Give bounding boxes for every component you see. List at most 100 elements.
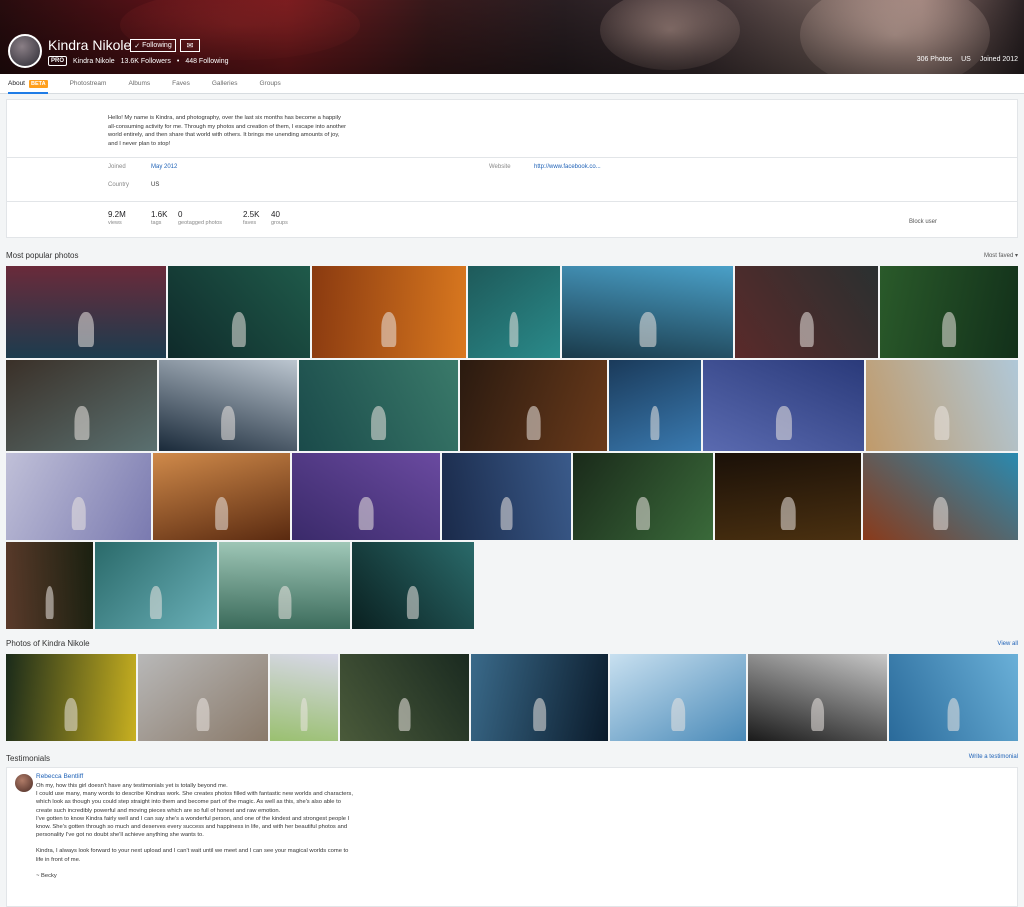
tab-albums[interactable]: Albums <box>128 74 150 94</box>
tab-groups[interactable]: Groups <box>259 74 280 94</box>
photo-thumbnail[interactable] <box>168 266 310 358</box>
tab-about[interactable]: About BETA <box>8 74 48 94</box>
photo-subject <box>277 585 292 619</box>
followers-link[interactable]: 13.6K Followers <box>121 58 171 65</box>
photo-subject <box>532 697 547 731</box>
photo-thumbnail[interactable] <box>138 654 268 741</box>
testimonial-author[interactable]: Rebecca Bentliff <box>36 773 83 780</box>
joined: Joined 2012 <box>979 56 1018 63</box>
testimonial-avatar[interactable] <box>15 774 33 792</box>
write-testimonial-link[interactable]: Write a testimonial <box>969 754 1018 760</box>
tab-galleries[interactable]: Galleries <box>212 74 238 94</box>
photo-thumbnail[interactable] <box>889 654 1018 741</box>
photo-thumbnail[interactable] <box>352 542 474 629</box>
photo-thumbnail[interactable] <box>863 453 1018 540</box>
photo-thumbnail[interactable] <box>312 266 466 358</box>
country-label: Country <box>108 182 130 188</box>
photo-thumbnail[interactable] <box>609 360 701 451</box>
photos-of-title: Photos of Kindra Nikole <box>6 639 90 648</box>
beta-badge: BETA <box>29 79 48 88</box>
photo-thumbnail[interactable] <box>866 360 1018 451</box>
following-button[interactable]: ✓ Following <box>130 39 176 52</box>
stat-value: 40 <box>271 210 280 219</box>
photo-subject <box>45 585 54 619</box>
stat-label: faves <box>243 220 257 226</box>
profile-tabs: About BETA Photostream Albums Faves Gall… <box>0 74 1024 94</box>
joined-value[interactable]: May 2012 <box>151 164 177 170</box>
check-icon: ✓ <box>134 42 141 50</box>
most-popular-title: Most popular photos <box>6 251 79 260</box>
view-all-link[interactable]: View all <box>997 641 1018 647</box>
photo-thumbnail[interactable] <box>219 542 350 629</box>
stat-views: 9.2M views <box>108 210 126 226</box>
photo-subject <box>650 405 660 441</box>
photo-thumbnail[interactable] <box>880 266 1018 358</box>
photo-subject <box>196 697 210 731</box>
testimonial-paragraph: Oh my, how this girl doesn't have any te… <box>36 783 353 839</box>
photo-thumbnail[interactable] <box>468 266 560 358</box>
stat-faves: 2.5K faves <box>243 210 259 226</box>
photo-thumbnail[interactable] <box>471 654 608 741</box>
photo-thumbnail[interactable] <box>748 654 887 741</box>
website-link[interactable]: http://www.facebook.co... <box>534 164 601 170</box>
sort-label: Most faved <box>983 253 1014 259</box>
photo-thumbnail[interactable] <box>95 542 217 629</box>
photo-thumbnail[interactable] <box>6 654 136 741</box>
following-link[interactable]: 448 Following <box>185 58 228 65</box>
photo-thumbnail[interactable] <box>6 266 166 358</box>
stat-tags: 1.6K tags <box>151 210 167 226</box>
photo-thumbnail[interactable] <box>573 453 713 540</box>
photo-thumbnail[interactable] <box>735 266 878 358</box>
photo-subject <box>942 312 956 347</box>
photo-subject <box>221 405 235 441</box>
photo-subject <box>671 697 685 731</box>
photo-subject <box>370 405 387 441</box>
photo-subject <box>932 496 949 530</box>
sort-dropdown[interactable]: Most faved ▾ <box>984 252 1018 259</box>
photo-subject <box>934 405 950 441</box>
cover-photo: Kindra Nikole ✓ Following ✉ PRO Kindra N… <box>0 0 1024 74</box>
tab-label: About <box>8 80 25 87</box>
photo-subject <box>780 496 796 530</box>
stat-value: 1.6K <box>151 210 168 219</box>
block-user-link[interactable]: Block user <box>909 219 937 225</box>
divider <box>7 201 1017 202</box>
website-label: Website <box>489 164 511 170</box>
photo-subject <box>214 496 229 530</box>
photo-thumbnail[interactable] <box>610 654 746 741</box>
tab-faves[interactable]: Faves <box>172 74 190 94</box>
photo-subject <box>64 697 78 731</box>
photo-subject <box>500 496 513 530</box>
photo-thumbnail[interactable] <box>159 360 297 451</box>
photo-thumbnail[interactable] <box>6 453 151 540</box>
tab-photostream[interactable]: Photostream <box>70 74 107 94</box>
photo-thumbnail[interactable] <box>153 453 290 540</box>
testimonial-paragraph: Kindra, I always look forward to your ne… <box>36 848 349 863</box>
chevron-down-icon: ▾ <box>1014 253 1018 259</box>
pro-badge: PRO <box>48 56 68 66</box>
photo-thumbnail[interactable] <box>715 453 861 540</box>
mail-button[interactable]: ✉ <box>180 39 200 52</box>
photo-subject <box>78 312 94 347</box>
separator: • <box>176 57 180 65</box>
photo-thumbnail[interactable] <box>442 453 571 540</box>
photo-thumbnail[interactable] <box>340 654 469 741</box>
stat-label: tags <box>151 220 162 226</box>
photo-thumbnail[interactable] <box>292 453 440 540</box>
photo-subject <box>775 405 792 441</box>
username: Kindra Nikole <box>73 57 115 65</box>
bio-text: Hello! My name is Kindra, and photograph… <box>108 115 347 147</box>
photo-thumbnail[interactable] <box>6 360 157 451</box>
photo-thumbnail[interactable] <box>299 360 458 451</box>
photo-subject <box>406 585 420 619</box>
stat-value: 2.5K <box>243 210 260 219</box>
photo-thumbnail[interactable] <box>562 266 733 358</box>
photo-subject <box>398 697 411 731</box>
avatar[interactable] <box>8 34 42 68</box>
photo-thumbnail[interactable] <box>460 360 607 451</box>
photo-thumbnail[interactable] <box>703 360 864 451</box>
following-label: Following <box>142 42 172 49</box>
photo-thumbnail[interactable] <box>270 654 338 741</box>
testimonial-card: Rebecca Bentliff Oh my, how this girl do… <box>6 767 1018 907</box>
photo-thumbnail[interactable] <box>6 542 93 629</box>
